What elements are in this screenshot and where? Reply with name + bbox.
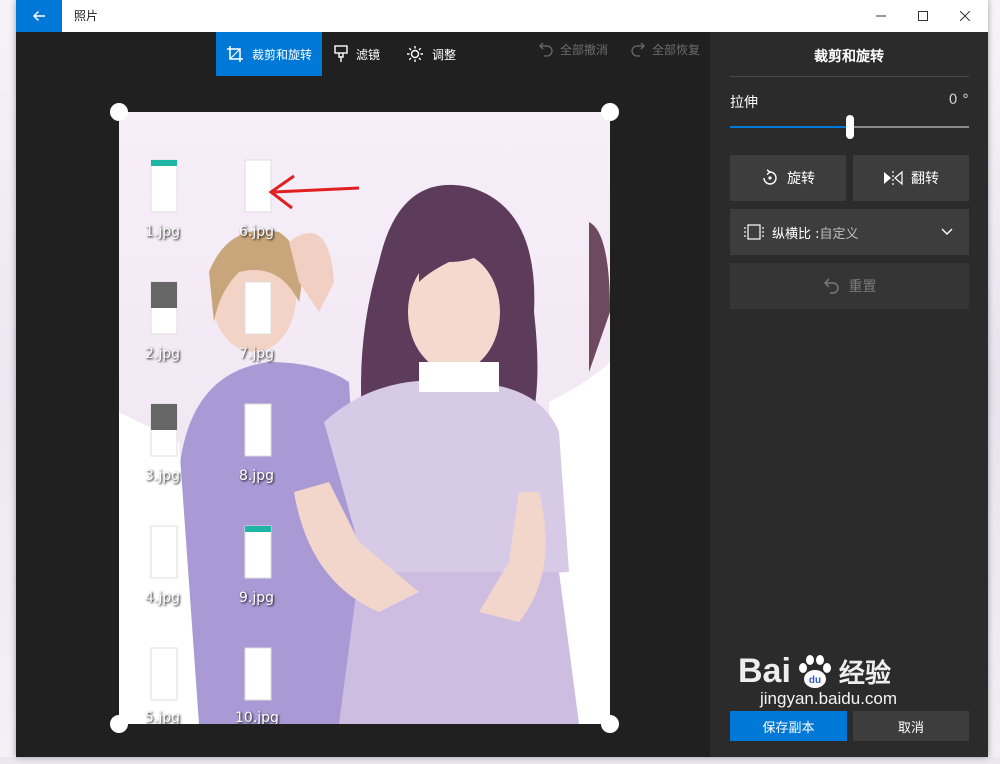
sun-icon [407,46,423,62]
chevron-down-icon [941,228,953,235]
desktop-wallpaper-right [988,0,1000,764]
crop-icon [226,46,243,62]
aspect-ratio-label: 纵横比 : [772,226,820,242]
file-label: 1.jpg [145,224,181,240]
panel-title: 裁剪和旋转 [814,49,884,65]
cancel-button[interactable]: 取消 [853,711,969,741]
reset-button[interactable]: 重置 [730,263,969,309]
file-label: 2.jpg [145,346,181,362]
aspect-ratio-value: 自定义 [819,226,859,242]
file-label: 4.jpg [145,590,181,606]
file-label: 7.jpg [239,346,275,362]
redo-all-button[interactable]: 全部恢复 [630,32,700,66]
photo-image[interactable]: 1.jpg 6.jpg 2.jpg 7.jpg 3.jpg 8.jpg 4.jp… [119,112,610,724]
file-label: 3.jpg [145,468,181,484]
aspect-ratio-icon [744,224,764,240]
back-button[interactable] [16,0,62,32]
panel-divider [730,76,969,77]
tab-filters-label: 滤镜 [356,47,381,62]
minimize-icon [876,15,886,17]
photo-illustration [119,112,610,724]
straighten-slider[interactable] [730,115,969,139]
tab-filters[interactable]: 滤镜 [334,32,380,76]
save-copy-label: 保存副本 [762,720,815,736]
crop-handle-bottom-right[interactable] [601,715,619,733]
flip-label: 翻转 [911,171,939,187]
straighten-label: 拉伸 [730,95,758,111]
file-label: 10.jpg [235,710,279,724]
minimize-button[interactable] [858,0,904,32]
flip-icon [884,170,903,186]
desktop-wallpaper-bottom [0,757,1000,764]
file-label: 6.jpg [239,224,275,240]
undo-all-label: 全部撤消 [560,42,609,57]
rotate-icon [763,169,777,185]
undo-all-button[interactable]: 全部撤消 [538,32,608,66]
crop-handle-top-right[interactable] [601,103,619,121]
tab-crop-rotate[interactable]: 裁剪和旋转 [216,32,322,76]
straighten-value: 0 ° [948,92,969,108]
tab-adjust[interactable]: 调整 [406,32,456,76]
reset-label: 重置 [848,279,877,295]
crop-handle-bottom-left[interactable] [110,715,128,733]
window-title: 照片 [74,9,99,23]
file-label: 5.jpg [145,710,181,724]
desktop-wallpaper-left [0,0,16,764]
crop-rotate-panel: 裁剪和旋转 拉伸 0 ° 旋转 翻转 纵横比: 自定义 重置 保存副本 取消 [710,32,988,757]
aspect-ratio-dropdown[interactable]: 纵横比 : 自定义 [730,209,969,255]
undo-icon [539,42,553,57]
crop-handle-top-left[interactable] [110,103,128,121]
title-bar: 照片 [16,0,988,32]
rotate-label: 旋转 [787,171,815,187]
save-copy-button[interactable]: 保存副本 [730,711,847,741]
brush-icon [334,45,348,62]
close-button[interactable] [942,0,988,32]
redo-all-label: 全部恢复 [652,42,701,57]
flip-button[interactable]: 翻转 [853,155,969,201]
maximize-icon [918,11,928,21]
editing-canvas: 裁剪和旋转 滤镜 调整 全部撤消 全部恢复 1.jpg 6.jpg 2.jpg … [16,32,710,757]
straighten-slider-fill [730,126,850,128]
reset-icon [823,278,839,294]
photos-app-window: 照片 裁剪和旋转 滤镜 调整 全部撤消 全部恢复 1.jpg 6.jpg 2.j… [16,0,988,757]
tab-crop-label: 裁剪和旋转 [251,47,312,62]
cancel-label: 取消 [897,720,924,736]
rotate-button[interactable]: 旋转 [730,155,846,201]
arrow-left-icon [33,11,45,21]
file-label: 8.jpg [239,468,275,484]
redo-icon [631,42,645,57]
close-icon [960,11,970,21]
tab-adjust-label: 调整 [432,47,457,62]
straighten-slider-thumb[interactable] [845,115,854,139]
maximize-button[interactable] [900,0,946,32]
file-label: 9.jpg [239,590,275,606]
